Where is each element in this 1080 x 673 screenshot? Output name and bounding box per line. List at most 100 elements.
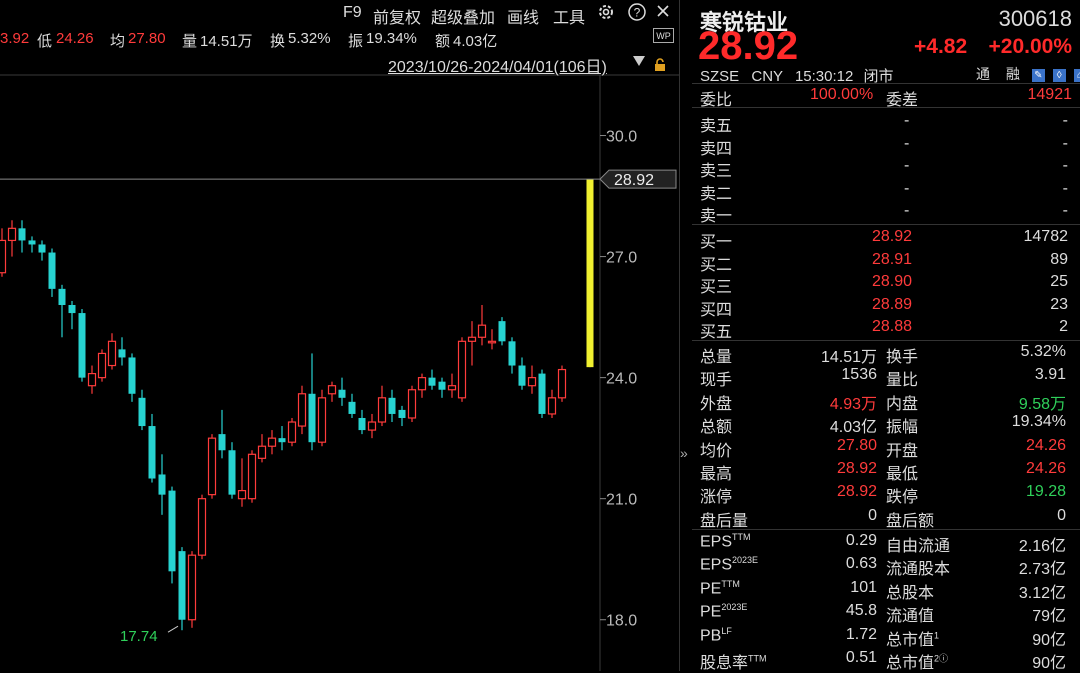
candle-body: [237, 490, 247, 500]
bid-price: 28.92: [871, 228, 912, 245]
amount-label: 额: [435, 33, 451, 50]
fundamental-label-sup: 2023E: [732, 555, 759, 566]
tag-icons: 通 融 ✎ ◊ ⌂ +: [976, 64, 1080, 84]
detail-value: 24.26: [1025, 460, 1066, 477]
weibi-value: 100.00%: [810, 86, 874, 103]
ask-row: 卖四 - -: [692, 133, 1080, 158]
candle-body: [487, 340, 497, 344]
help-icon[interactable]: ?: [627, 2, 647, 27]
fundamental-label: EPS2023E: [700, 555, 758, 574]
y-tick-label: 27.0: [606, 250, 637, 267]
candle-body: [367, 421, 377, 431]
fundamental-label-sup: LF: [721, 625, 732, 636]
ask-row: 卖三 - -: [692, 155, 1080, 180]
last-price-label: 28.92: [614, 172, 654, 189]
fundamental-label-sup: TTM: [748, 653, 767, 664]
candle-body: [207, 437, 217, 496]
edit-icon[interactable]: ✎: [1031, 68, 1045, 82]
avg-value: 27.80: [128, 30, 166, 47]
candle-body: [28, 240, 36, 245]
tong-tag[interactable]: 通: [976, 66, 990, 82]
close-icon[interactable]: [656, 4, 670, 23]
candle-body: [557, 368, 567, 399]
collapse-panel-icon[interactable]: »: [680, 445, 688, 461]
bid-volume: 25: [1050, 273, 1068, 291]
candle-body: [407, 389, 417, 419]
draw-button[interactable]: 画线: [507, 4, 539, 28]
range-dropdown-icon[interactable]: [633, 56, 645, 66]
detail-row: 最高 28.92 最低 24.26: [692, 458, 1080, 483]
fundamental-value: 45.8: [845, 602, 877, 620]
fundamental-label: 流通股本: [886, 555, 950, 579]
detail-label: 均价: [700, 442, 733, 460]
fundamental-value: 101: [850, 578, 877, 596]
detail-label: 现手: [700, 372, 733, 390]
adjust-button[interactable]: 前复权: [373, 4, 421, 28]
fundamental-row: EPSTTM 0.29 自由流通 2.16亿: [692, 530, 1080, 555]
fundamental-label: EPSTTM: [700, 532, 751, 551]
detail-label: 总额: [700, 419, 733, 437]
date-range[interactable]: 2023/10/26-2024/04/01(106日): [388, 53, 607, 77]
candle-body: [267, 437, 277, 447]
candle-body: [138, 397, 146, 427]
tools-button[interactable]: 工具: [553, 4, 585, 28]
candle-body: [338, 389, 346, 398]
candlestick-chart[interactable]: 30.0 27.0 24.0 21.0 18.0 28.92 17.74: [0, 0, 680, 671]
fundamental-value: 79亿: [1032, 608, 1066, 626]
candle-body: [498, 321, 506, 342]
low-value: 24.26: [56, 30, 94, 47]
detail-value: 0: [868, 506, 877, 524]
ask-price: -: [904, 202, 910, 220]
candle-body: [178, 551, 186, 620]
y-tick-label: 24.0: [606, 371, 637, 388]
ask-price: -: [904, 179, 910, 197]
ask-volume: -: [1062, 157, 1068, 175]
divider: [692, 107, 1080, 108]
detail-label: 最低: [886, 466, 919, 483]
overlay-button[interactable]: 超级叠加: [431, 4, 495, 28]
detail-label: 最高: [700, 466, 733, 483]
lock-icon[interactable]: [654, 58, 666, 75]
detail-value: 24.26: [1025, 436, 1066, 454]
fundamental-value: 90亿: [1032, 631, 1066, 649]
detail-row: 涨停 28.92 跌停 19.28: [692, 481, 1080, 506]
chart-toolbar: F9 前复权 超级叠加 画线 工具 ?: [0, 0, 680, 28]
f9-button[interactable]: F9: [343, 4, 362, 22]
candle-body: [148, 426, 156, 479]
wp-icon[interactable]: WP: [653, 28, 674, 43]
ask-label: 卖一: [700, 208, 733, 226]
fundamental-value: 2.73亿: [1018, 561, 1066, 579]
detail-label: 内盘: [886, 395, 919, 413]
fundamental-label-text: EPS: [700, 533, 733, 551]
fundamental-label-text: PE: [700, 580, 722, 598]
candle-body: [447, 385, 457, 391]
candle-body: [278, 438, 286, 443]
fundamental-label: PETTM: [700, 579, 740, 598]
alert-icon[interactable]: ◊: [1052, 68, 1066, 82]
candle-body: [228, 450, 236, 495]
candle-body: [457, 340, 467, 399]
gear-icon[interactable]: [596, 2, 616, 27]
quote-panel: 寒锐钴业 300618 28.92 +4.82 +20.00% SZSE CNY…: [692, 0, 1080, 672]
bid-price: 28.89: [871, 295, 912, 313]
detail-value: 28.92: [836, 483, 877, 501]
candle-body: [48, 252, 56, 289]
ask-volume: -: [1062, 202, 1068, 220]
candle-body: [7, 227, 17, 242]
detail-label: 量比: [886, 372, 919, 390]
ask-price: -: [904, 157, 910, 175]
rong-tag[interactable]: 融: [1006, 66, 1020, 82]
bid-price: 28.90: [871, 273, 912, 291]
detail-value: 5.32%: [1020, 343, 1066, 360]
turnover-value: 5.32%: [288, 30, 331, 47]
candle-body: [187, 554, 197, 621]
candle-body: [586, 179, 594, 368]
candle-body: [508, 341, 516, 366]
bid-volume: 2: [1059, 318, 1068, 336]
y-tick-label: 18.0: [606, 613, 637, 630]
candle-body: [538, 373, 546, 414]
volume-value: 14.51万: [200, 33, 253, 50]
bid-price: 28.88: [871, 318, 912, 336]
home-icon[interactable]: ⌂: [1073, 68, 1080, 82]
candle-body: [417, 377, 427, 391]
